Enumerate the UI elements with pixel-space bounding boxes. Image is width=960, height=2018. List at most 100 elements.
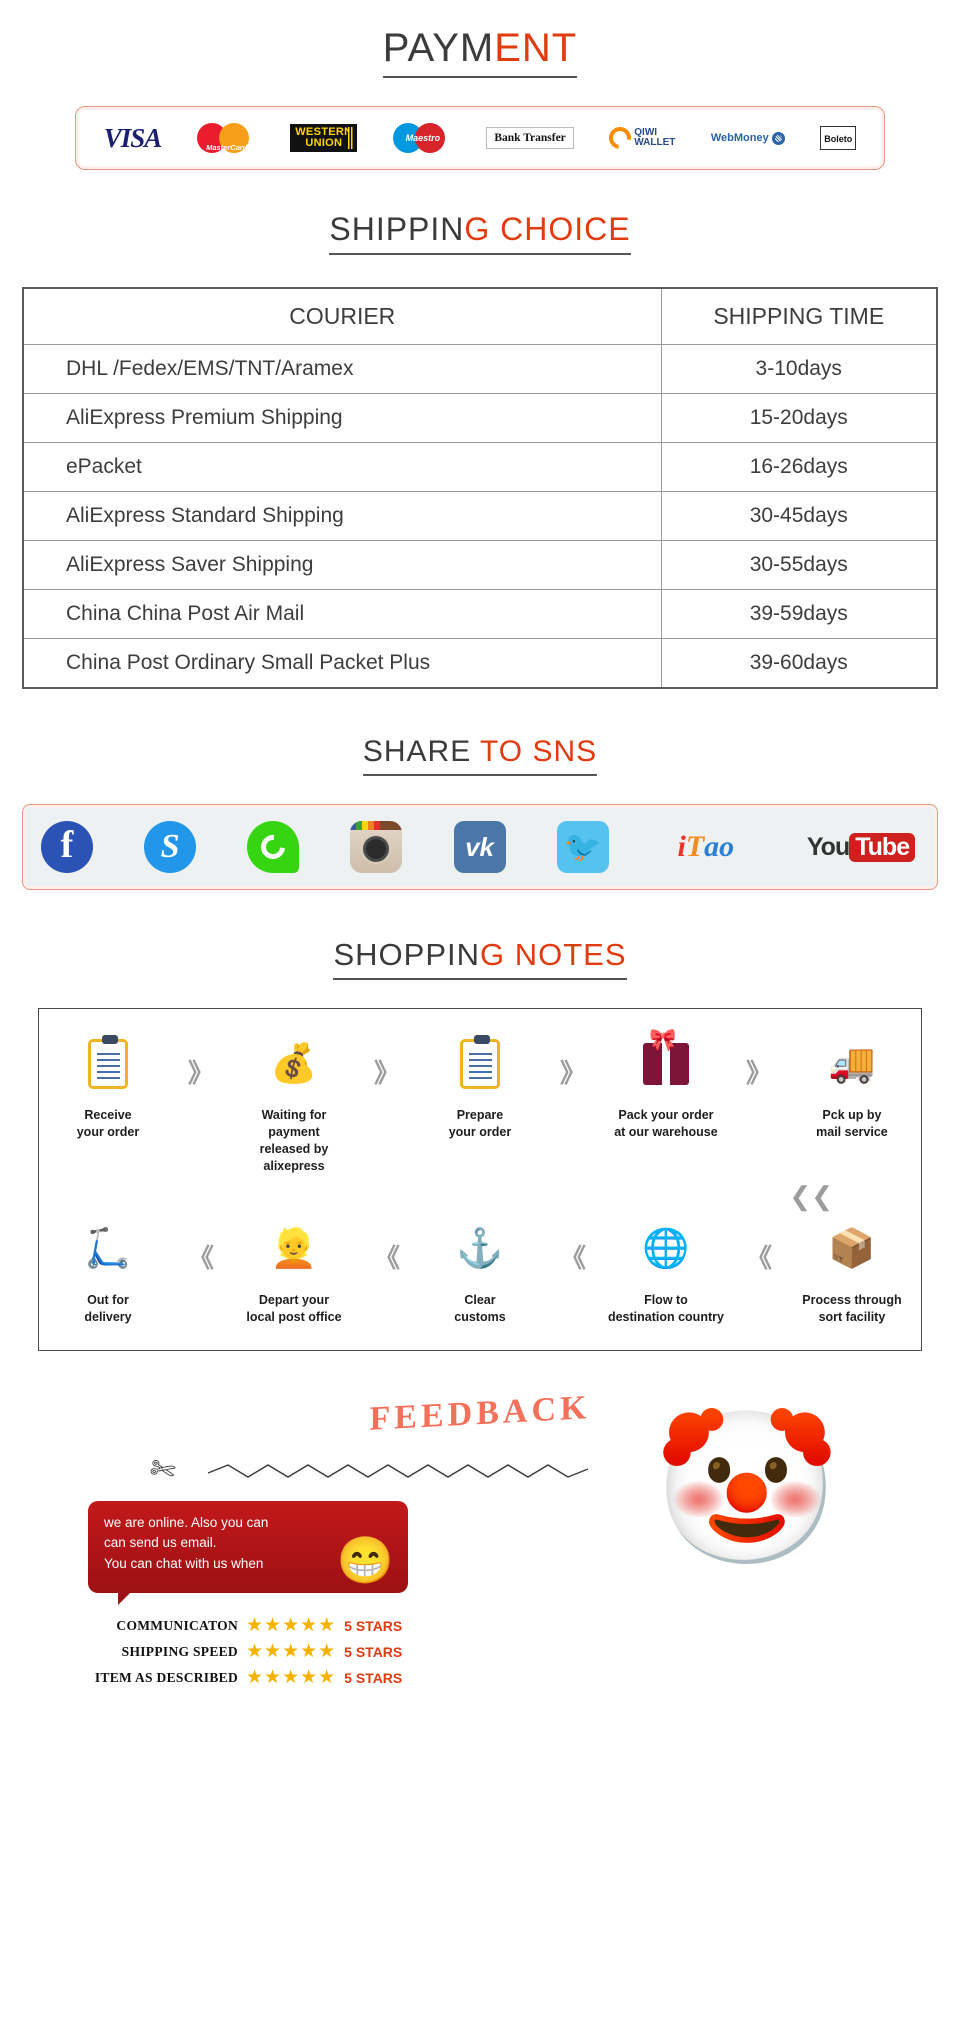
notes-heading-dark: SHOPPIN [333,937,480,973]
scissors-icon: ✄ [146,1451,179,1489]
visa-label: VISA [103,122,163,153]
step-label-line1: Pack your order [618,1108,714,1123]
mascot-character: 🤡 [653,1403,840,1572]
step-pickup-mail-service: 🚚 Pck up by mail service [793,1031,911,1141]
shipping-time: 3-10days [660,344,938,395]
visa-logo: VISA [103,121,163,155]
shipping-time: 30-45days [660,491,938,542]
shipping-time: 30-55days [660,540,938,591]
step-label-line1: Depart your [258,1292,330,1307]
courier-name: AliExpress Saver Shipping [22,540,662,591]
shopping-notes-section: SHOPPING NOTES Receive your order 》 💰 Wa… [0,890,960,1351]
table-header-row: COURIER SHIPPING TIME [22,287,938,346]
step-label-line2: local post office [246,1309,342,1324]
youtube-icon[interactable]: You Tube [801,819,921,875]
star-rating-icon: ★★★★★ [246,1641,337,1663]
feedback-section: FEEDBACK ✄ we are online. Also you can c… [0,1351,960,1688]
star-rating-icon: ★★★★★ [246,1615,337,1637]
arrow-right-icon: 》 [559,1058,586,1089]
rating-row: COMMUNICATON ★★★★★ 5 STARS [78,1613,458,1639]
rating-row: SHIPPING SPEED ★★★★★ 5 STARS [78,1639,458,1665]
courier-name: DHL /Fedex/EMS/TNT/Aramex [22,344,662,395]
arrow-left-icon: 《 [373,1242,400,1273]
sns-heading-wrap: SHARE TO SNS [0,735,960,777]
courier-name: AliExpress Premium Shipping [22,393,662,444]
delivery-truck-icon: 🚚 [828,1043,876,1086]
arrow-right-icon: 》 [745,1058,772,1089]
webmoney-label: WebMoney [710,132,769,144]
table-row: AliExpress Saver Shipping 30-55days [22,540,938,591]
shipping-table: COURIER SHIPPING TIME DHL /Fedex/EMS/TNT… [22,287,938,690]
payment-heading-red: ENT [494,26,578,70]
western-union-label-bottom: UNION [305,137,343,149]
rating-label: ITEM AS DESCRIBED [94,1669,238,1685]
courier-name: ePacket [22,442,662,493]
step-label-line1: Waiting for payment [261,1108,327,1140]
instagram-icon[interactable] [348,819,404,875]
boleto-logo: Boleto [820,121,857,155]
ratings-list: COMMUNICATON ★★★★★ 5 STARS SHIPPING SPEE… [78,1613,458,1691]
step-label-line1: Flow to [644,1292,688,1307]
shipping-section: SHIPPING CHOICE COURIER SHIPPING TIME DH… [0,170,960,690]
payment-section: PAYMENT VISA MasterCard WESTERN UNION Ma… [0,0,960,170]
rating-text: 5 STARS [344,1643,403,1660]
table-row: AliExpress Standard Shipping 30-45days [22,491,938,542]
step-label-line2: released by alixepress [259,1142,329,1173]
rating-text: 5 STARS [344,1669,403,1686]
shipping-time: 39-59days [660,589,938,640]
maestro-logo: Maestro [392,121,451,155]
money-bag-icon: 💰 [270,1043,318,1086]
globe-icon: 🌐 [642,1227,690,1270]
step-label-line1: Prepare [456,1108,504,1123]
step-depart-local-post-office: 👱 Depart your local post office [235,1216,353,1326]
arrow-right-icon: 》 [187,1058,214,1089]
western-union-logo: WESTERN UNION [290,121,358,155]
step-label-line2: customs [454,1309,506,1324]
shipping-time: 39-60days [660,638,938,689]
step-label-line2: destination country [607,1309,724,1324]
arrow-left-icon: 《 [187,1242,214,1273]
step-clear-customs: ⚓ Clear customs [421,1216,539,1326]
sns-heading-red: TO SNS [480,735,598,769]
courier-name: China China Post Air Mail [22,589,662,640]
step-flow-destination-country: 🌐 Flow to destination country [607,1216,725,1326]
notes-heading-wrap: SHOPPING NOTES [0,937,960,981]
itao-icon[interactable]: i Tao [658,819,754,875]
table-row: ePacket 16-26days [22,442,938,493]
step-receive-order: Receive your order [49,1031,167,1141]
live-chat-bubble: we are online. Also you can can send us … [88,1500,408,1605]
courier-name: China Post Ordinary Small Packet Plus [22,638,662,689]
step-label-line2: mail service [816,1125,888,1140]
scooter-icon: 🛴 [84,1227,132,1270]
step-label-line1: Pck up by [822,1108,882,1123]
column-header-shipping-time: SHIPPING TIME [660,287,938,346]
skype-icon[interactable]: S [142,819,198,875]
shipping-heading-red: G CHOICE [464,211,631,247]
step-label-line1: Out for [87,1292,129,1307]
twitter-icon[interactable]: 🐦 [555,819,611,875]
facebook-icon[interactable]: f [39,819,95,875]
payment-heading-wrap: PAYMENT [0,26,960,78]
arrow-right-icon: 》 [373,1058,400,1089]
shopping-notes-box: Receive your order 》 💰 Waiting for payme… [38,1008,922,1351]
table-row: AliExpress Premium Shipping 15-20days [22,393,938,444]
column-header-courier: COURIER [22,287,662,346]
whatsapp-icon[interactable] [245,819,301,875]
courier-name: AliExpress Standard Shipping [22,491,662,542]
step-pack-order: Pack your order at our warehouse [607,1027,725,1141]
social-links-box: f S vk 🐦 i Tao You Tube [22,804,938,891]
bank-transfer-label: Bank Transfer [486,127,574,149]
rating-row: ITEM AS DESCRIBED ★★★★★ 5 STARS [78,1665,458,1691]
step-process-sort-facility: 📦 Process through sort facility [793,1216,911,1326]
rating-label: COMMUNICATON [116,1617,238,1633]
payment-heading: PAYMENT [382,26,578,78]
shipping-heading: SHIPPING CHOICE [329,211,631,256]
vk-icon[interactable]: vk [452,819,508,875]
step-label-line2: your order [76,1125,140,1140]
qiwi-q-icon [604,122,636,154]
clipboard-icon [49,1031,167,1097]
step-label-line1: Receive [84,1108,132,1123]
payment-methods-box: VISA MasterCard WESTERN UNION Maestro Ba… [75,106,885,170]
table-row: China China Post Air Mail 39-59days [22,589,938,640]
step-label-line2: your order [448,1125,512,1140]
